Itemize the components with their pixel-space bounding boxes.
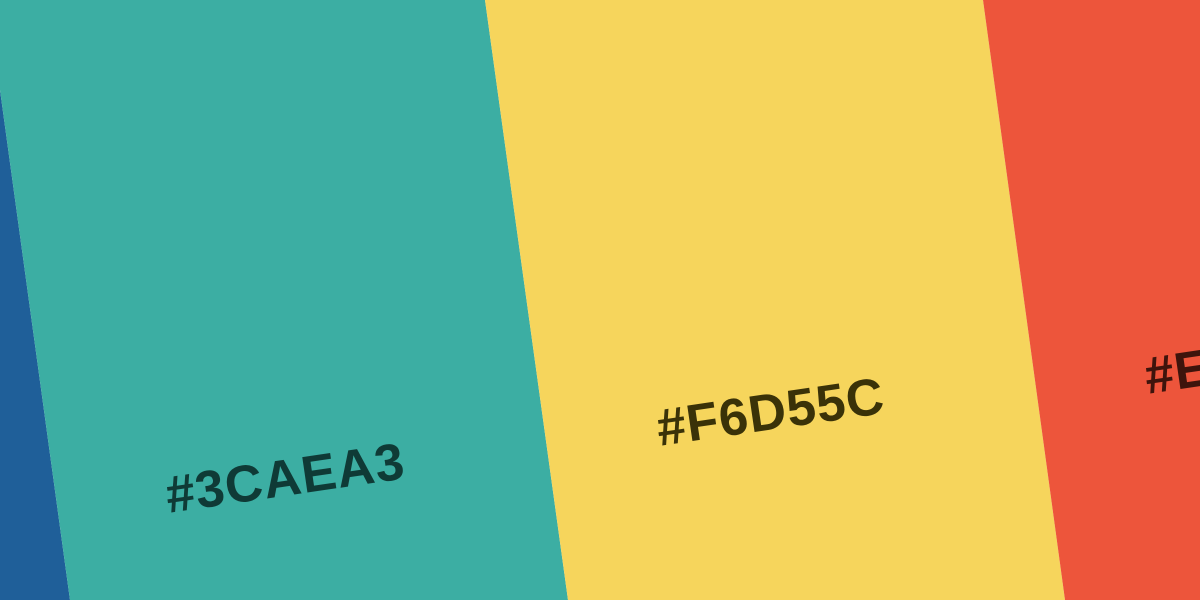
swatch-red-hex-label: #E (1140, 338, 1200, 406)
swatch-yellow[interactable] (485, 0, 1065, 600)
swatch-teal[interactable] (0, 0, 568, 600)
palette-canvas: #3CAEA3 #F6D55C #E (0, 0, 1200, 600)
